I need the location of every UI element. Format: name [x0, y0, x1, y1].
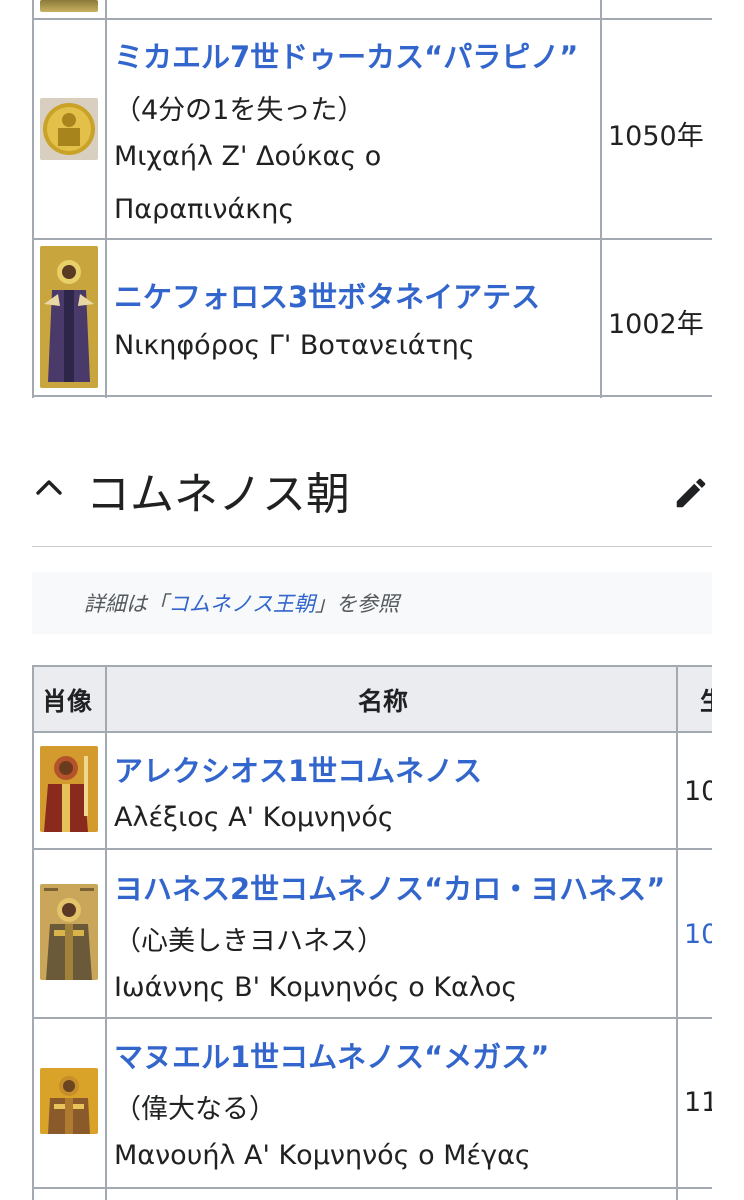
- column-header-portrait: 肖像: [42, 687, 93, 716]
- emperor-link[interactable]: アレクシオス1世コムネノス: [114, 748, 482, 790]
- hatnote-link[interactable]: コムネノス王朝: [168, 592, 315, 616]
- greek-name-cont: Παραπινάκης: [114, 194, 295, 225]
- emperor-link[interactable]: ミカエル7世ドゥーカス“パラピノ”: [114, 34, 578, 76]
- table-border: [32, 0, 34, 398]
- emperor-link[interactable]: マヌエル1世コムネノス“メガス”: [114, 1034, 549, 1076]
- table-border: [32, 238, 712, 240]
- table-border: [32, 395, 712, 397]
- edit-pencil-icon[interactable]: [672, 474, 710, 516]
- mosaic-portrait-image[interactable]: [40, 884, 98, 980]
- table-border: [32, 665, 34, 1200]
- birth-year-link[interactable]: 10: [684, 919, 712, 950]
- table-border: [32, 18, 712, 20]
- epithet: （偉大なる）: [114, 1094, 276, 1125]
- epithet: （4分の1を失った）: [114, 95, 365, 126]
- hatnote-prefix: 詳細は「: [84, 592, 168, 616]
- hatnote-suffix: 」を参照: [315, 592, 399, 616]
- greek-name: Νικηφόρος Γ' Βοτανειάτης: [114, 330, 475, 361]
- greek-name: Μιχαήλ Ζ' Δούκας ο: [114, 141, 382, 172]
- hatnote: 詳細は「コムネノス王朝」を参照: [32, 572, 712, 634]
- table-border: [32, 1017, 712, 1019]
- greek-name: Ιωάννης Β' Κομνηνός ο Καλος: [114, 972, 518, 1003]
- emperor-link[interactable]: ニケフォロス3世ボタネイアテス: [114, 274, 540, 316]
- epithet: （心美しきヨハネス）: [114, 926, 384, 957]
- section-divider: [32, 546, 712, 547]
- birth-year: 11: [684, 1087, 712, 1118]
- section-title: コムネノス朝: [86, 469, 350, 520]
- greek-name: Μανουήλ Α' Κομνηνός ο Μέγας: [114, 1140, 531, 1171]
- table-border: [32, 848, 712, 850]
- table-border: [32, 731, 712, 733]
- mosaic-portrait-image[interactable]: [40, 746, 98, 832]
- mosaic-portrait-image[interactable]: [40, 246, 98, 388]
- mosaic-portrait-image[interactable]: [40, 1068, 98, 1134]
- birth-year: 1050年: [608, 121, 704, 152]
- table-border: [105, 665, 107, 1200]
- table-border: [676, 665, 678, 1200]
- birth-year: 10: [684, 776, 712, 807]
- coin-portrait-image[interactable]: [40, 98, 98, 160]
- emperor-link[interactable]: ヨハネス2世コムネノス“カロ・ヨハネス”: [114, 866, 665, 908]
- table-border: [32, 1187, 712, 1189]
- portrait-image[interactable]: [40, 0, 98, 12]
- greek-name: Αλέξιος Α' Κομνηνός: [114, 802, 394, 833]
- table-border: [600, 0, 602, 398]
- table-border: [32, 665, 712, 667]
- chevron-up-icon[interactable]: [34, 474, 64, 502]
- table-border: [105, 0, 107, 398]
- birth-year: 1002年: [608, 309, 704, 340]
- column-header-birth: 生: [700, 682, 712, 718]
- column-header-name: 名称: [358, 687, 409, 716]
